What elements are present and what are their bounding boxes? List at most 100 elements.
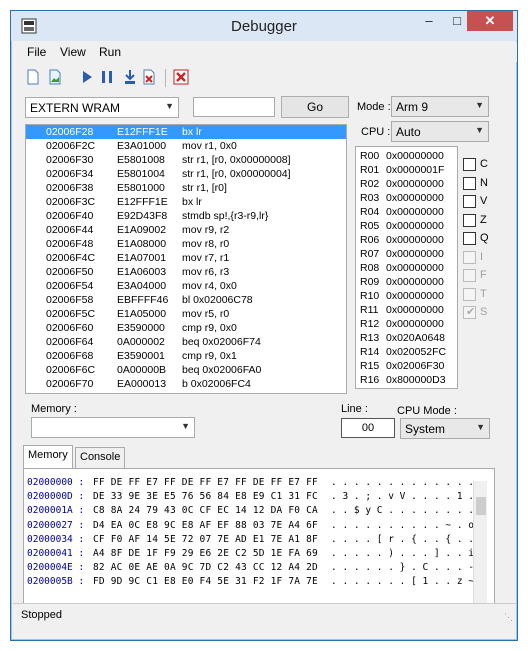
line-label: Line : bbox=[341, 403, 368, 415]
disasm-row[interactable]: 02006F48 E1A08000 mov r8, r0 bbox=[26, 237, 346, 251]
flag-q-checkbox[interactable]: Q bbox=[463, 232, 523, 246]
disasm-instruction: beq 0x02006F74 bbox=[182, 336, 261, 348]
memory-hex-view[interactable]: 02000000 : FF DE FF E7 FF DE FF E7 FF DE … bbox=[23, 468, 495, 604]
flag-label: T bbox=[480, 287, 487, 300]
new-document-icon[interactable] bbox=[25, 69, 41, 85]
tab-console[interactable]: Console bbox=[75, 447, 125, 468]
flag-n-checkbox[interactable]: N bbox=[463, 176, 523, 191]
chevron-down-icon: ▼ bbox=[475, 125, 484, 135]
step-into-icon[interactable] bbox=[122, 69, 138, 85]
close-icon[interactable]: ✕ bbox=[467, 11, 513, 31]
disasm-address: 02006F50 bbox=[46, 266, 94, 278]
disasm-opcode: E1A06003 bbox=[117, 266, 167, 278]
disasm-instruction: cmp r9, 0x1 bbox=[182, 350, 237, 362]
checkbox-box bbox=[463, 250, 476, 264]
menu-view[interactable]: View bbox=[60, 45, 86, 59]
register-value: 0x00000000 bbox=[386, 248, 444, 260]
memory-ascii: . . $ y C . . . . . . . . bbox=[331, 505, 474, 517]
register-row: R09 0x00000000 bbox=[360, 276, 444, 288]
disasm-row[interactable]: 02006F28 E12FFF1E bx lr bbox=[26, 125, 346, 139]
disasm-row[interactable]: 02006F58 EBFFFF46 bl 0x02006C78 bbox=[26, 293, 346, 307]
checkbox-box[interactable] bbox=[463, 176, 476, 190]
disassembly-list[interactable]: 02006F28 E12FFF1E bx lr 02006F2C E3A01000 mov… bbox=[25, 124, 347, 394]
disasm-row[interactable]: 02006F34 E5801004 str r1, [r0, 0x00000004] bbox=[26, 167, 346, 181]
flag-v-checkbox[interactable]: V bbox=[463, 195, 523, 209]
disasm-row[interactable]: 02006F64 0A000002 beq 0x02006F74 bbox=[26, 335, 346, 349]
disasm-address: 02006F6C bbox=[46, 364, 96, 376]
disasm-address: 02006F68 bbox=[46, 350, 94, 362]
disasm-opcode: E5801000 bbox=[117, 182, 165, 194]
memory-bytes: FD 9D 9C C1 E8 E0 F4 5E 31 F2 1F 7A 7E bbox=[93, 576, 318, 588]
register-row: R15 0x02006F30 bbox=[360, 360, 444, 372]
checkbox-box[interactable] bbox=[463, 158, 476, 171]
pause-icon[interactable] bbox=[99, 69, 115, 85]
register-row: R10 0x00000000 bbox=[360, 290, 444, 302]
disasm-address: 02006F3C bbox=[46, 196, 96, 208]
disasm-row[interactable]: 02006F60 E3590000 cmp r9, 0x0 bbox=[26, 321, 346, 335]
checkbox-box[interactable] bbox=[463, 213, 476, 227]
memory-address: 02000027 : bbox=[27, 519, 85, 531]
disasm-instruction: str r1, [r0, 0x00000008] bbox=[182, 154, 291, 166]
tab-memory[interactable]: Memory bbox=[23, 445, 73, 468]
memory-scrollbar[interactable] bbox=[473, 481, 487, 603]
checkbox-box[interactable] bbox=[463, 195, 476, 208]
minimize-icon[interactable]: – bbox=[415, 11, 443, 31]
disasm-instruction: mov r9, r2 bbox=[182, 224, 230, 236]
register-name: R10 bbox=[360, 290, 380, 302]
disasm-instruction: mov r1, 0x0 bbox=[182, 140, 237, 152]
disasm-row[interactable]: 02006F2C E3A01000 mov r1, 0x0 bbox=[26, 139, 346, 153]
disasm-instruction: b 0x02006FC4 bbox=[182, 378, 251, 390]
disasm-row[interactable]: 02006F50 E1A06003 mov r6, r3 bbox=[26, 265, 346, 279]
chevron-down-icon: ▼ bbox=[165, 101, 174, 111]
memory-region-select[interactable]: EXTERN WRAM ▼ bbox=[25, 97, 179, 118]
run-icon[interactable] bbox=[79, 69, 95, 85]
memory-select[interactable]: ▼ bbox=[31, 417, 195, 438]
memory-bytes: DE 33 9E 3E E5 76 56 84 E8 E9 C1 31 FC bbox=[93, 491, 318, 503]
disasm-address: 02006F34 bbox=[46, 168, 94, 180]
disasm-row[interactable]: 02006F6C 0A00000B beq 0x02006FA0 bbox=[26, 363, 346, 377]
disasm-row[interactable]: 02006F40 E92D43F8 stmdb sp!,{r3-r9,lr} bbox=[26, 209, 346, 223]
flag-i-checkbox: I bbox=[463, 250, 523, 265]
go-button[interactable]: Go bbox=[281, 96, 349, 118]
register-name: R06 bbox=[360, 234, 380, 246]
disasm-row[interactable]: 02006F5C E1A05000 mov r5, r0 bbox=[26, 307, 346, 321]
toolbar-separator bbox=[165, 69, 166, 87]
mode-select[interactable]: Arm 9 ▼ bbox=[391, 96, 489, 117]
disasm-row[interactable]: 02006F38 E5801000 str r1, [r0] bbox=[26, 181, 346, 195]
line-input[interactable]: 00 bbox=[341, 418, 395, 438]
flag-c-checkbox[interactable]: C bbox=[463, 158, 523, 172]
register-name: R05 bbox=[360, 220, 380, 232]
cpu-mode-select[interactable]: System ▼ bbox=[400, 418, 490, 439]
disasm-row[interactable]: 02006F68 E3590001 cmp r9, 0x1 bbox=[26, 349, 346, 363]
menu-bar: File View Run bbox=[13, 42, 517, 62]
menu-file[interactable]: File bbox=[27, 45, 46, 59]
goto-address-input[interactable] bbox=[193, 97, 275, 117]
register-name: R14 bbox=[360, 346, 380, 358]
disasm-row[interactable]: 02006F30 E5801008 str r1, [r0, 0x00000008] bbox=[26, 153, 346, 167]
stop-icon[interactable] bbox=[173, 69, 189, 85]
title-bar[interactable]: Debugger – □ ✕ bbox=[11, 11, 517, 41]
flag-z-checkbox[interactable]: Z bbox=[463, 213, 523, 228]
clear-breakpoints-icon[interactable] bbox=[141, 69, 157, 85]
disasm-row[interactable]: 02006F70 EA000013 b 0x02006FC4 bbox=[26, 377, 346, 391]
open-image-icon[interactable] bbox=[47, 69, 63, 85]
cpu-select[interactable]: Auto ▼ bbox=[391, 121, 489, 142]
register-row: R03 0x00000000 bbox=[360, 192, 444, 204]
register-name: R04 bbox=[360, 206, 380, 218]
disasm-row[interactable]: 02006F4C E1A07001 mov r7, r1 bbox=[26, 251, 346, 265]
menu-run[interactable]: Run bbox=[99, 45, 121, 59]
disasm-instruction: str r1, [r0] bbox=[182, 182, 227, 194]
register-value: 0x00000000 bbox=[386, 150, 444, 162]
scrollbar-thumb[interactable] bbox=[476, 497, 486, 515]
disasm-instruction: str r1, [r0, 0x00000004] bbox=[182, 168, 291, 180]
register-value: 0x020A0648 bbox=[386, 332, 445, 344]
memory-ascii: . 3 . ; . v V . . . . 1 . bbox=[331, 491, 474, 503]
resize-grip-icon[interactable]: ⋱ bbox=[504, 612, 513, 623]
disasm-instruction: cmp r9, 0x0 bbox=[182, 322, 237, 334]
disasm-row[interactable]: 02006F44 E1A09002 mov r9, r2 bbox=[26, 223, 346, 237]
memory-address: 0200001A : bbox=[27, 505, 85, 517]
checkbox-box[interactable] bbox=[463, 232, 476, 245]
disasm-row[interactable]: 02006F3C E12FFF1E bx lr bbox=[26, 195, 346, 209]
disasm-address: 02006F48 bbox=[46, 238, 94, 250]
disasm-row[interactable]: 02006F54 E3A04000 mov r4, 0x0 bbox=[26, 279, 346, 293]
